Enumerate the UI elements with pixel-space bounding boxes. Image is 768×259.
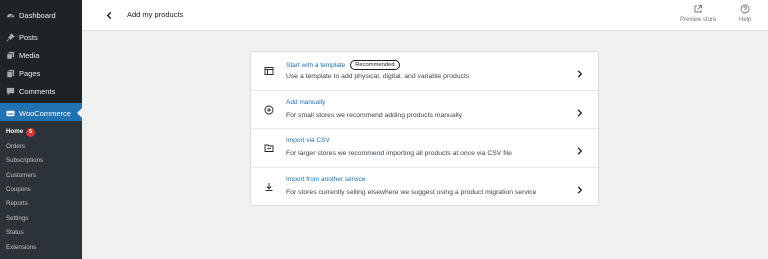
help-label: Help bbox=[739, 17, 752, 23]
menu-item-dashboard[interactable]: Dashboard bbox=[0, 6, 82, 24]
help-button[interactable]: Help bbox=[739, 4, 751, 23]
option-title: Add manually bbox=[286, 99, 325, 106]
svg-text:woo: woo bbox=[6, 111, 13, 115]
dashboard-icon bbox=[5, 10, 15, 20]
pushpin-icon bbox=[5, 32, 15, 42]
submenu-item-coupons[interactable]: Coupons bbox=[6, 183, 31, 197]
template-icon bbox=[264, 66, 274, 76]
option-start-with-template[interactable]: Start with a template Recommended Use a … bbox=[251, 52, 598, 91]
menu-label: Dashboard bbox=[19, 10, 56, 20]
pages-icon bbox=[5, 68, 15, 78]
woocommerce-submenu: Home 5 Orders Subscriptions Customers Co… bbox=[0, 121, 82, 259]
option-title-text: Import via CSV bbox=[286, 137, 330, 144]
option-add-manually[interactable]: Add manually For small stores we recomme… bbox=[251, 91, 598, 129]
submenu-item-orders[interactable]: Orders bbox=[6, 140, 25, 154]
menu-item-posts[interactable]: Posts bbox=[0, 28, 82, 46]
preview-store-button[interactable]: Preview store bbox=[680, 4, 716, 23]
menu-item-comments[interactable]: Comments bbox=[0, 82, 82, 100]
option-description: For larger stores we recommend importing… bbox=[286, 150, 512, 157]
submenu-item-home[interactable]: Home 5 bbox=[6, 125, 36, 139]
submenu-label: Home bbox=[6, 128, 24, 135]
add-products-card: Start with a template Recommended Use a … bbox=[250, 51, 599, 206]
submenu-item-customers[interactable]: Customers bbox=[6, 169, 36, 183]
chevron-right-icon bbox=[575, 66, 584, 78]
plus-circle-icon bbox=[264, 105, 274, 115]
menu-item-pages[interactable]: Pages bbox=[0, 64, 82, 82]
help-icon bbox=[740, 4, 750, 14]
submenu-label: Reports bbox=[6, 200, 28, 207]
menu-label: Posts bbox=[19, 32, 38, 42]
chevron-right-icon bbox=[575, 182, 584, 194]
submenu-label: Extensions bbox=[6, 244, 37, 251]
page-title: Add my products bbox=[127, 10, 184, 19]
submenu-label: Orders bbox=[6, 143, 25, 150]
folder-icon bbox=[264, 143, 274, 153]
menu-item-media[interactable]: Media bbox=[0, 46, 82, 64]
submenu-item-status[interactable]: Status bbox=[6, 226, 24, 240]
menu-label: Pages bbox=[19, 68, 41, 78]
option-title-text: Start with a template bbox=[286, 61, 346, 69]
option-title: Start with a template Recommended bbox=[286, 60, 400, 70]
submenu-label: Subscriptions bbox=[6, 157, 44, 164]
menu-label: Media bbox=[19, 50, 40, 60]
chevron-right-icon bbox=[575, 143, 584, 155]
submenu-label: Status bbox=[6, 229, 24, 236]
option-description: For stores currently selling elsewhere w… bbox=[286, 188, 537, 196]
option-title: Import via CSV bbox=[286, 137, 330, 144]
download-icon bbox=[264, 182, 274, 192]
submenu-item-subscriptions[interactable]: Subscriptions bbox=[6, 154, 43, 168]
submenu-label: Coupons bbox=[6, 186, 31, 193]
submenu-item-extensions[interactable]: Extensions bbox=[6, 241, 36, 255]
menu-label: Comments bbox=[19, 86, 56, 96]
option-title-text: Import from another service bbox=[286, 175, 366, 183]
external-link-icon bbox=[694, 5, 703, 13]
recommended-badge: Recommended bbox=[350, 60, 400, 70]
woo-icon: woo bbox=[5, 108, 15, 118]
option-import-another-service[interactable]: Import from another service For stores c… bbox=[251, 168, 598, 207]
chevron-left-icon bbox=[106, 11, 111, 19]
preview-store-label: Preview store bbox=[680, 17, 717, 23]
option-description: For small stores we recommend adding pro… bbox=[286, 111, 463, 119]
submenu-label: Customers bbox=[6, 172, 36, 179]
menu-item-woocommerce[interactable]: woo WooCommerce bbox=[0, 103, 82, 123]
submenu-item-settings[interactable]: Settings bbox=[6, 212, 28, 226]
option-title: Import from another service bbox=[286, 176, 365, 183]
submenu-item-reports[interactable]: Reports bbox=[6, 197, 28, 211]
chevron-right-icon bbox=[575, 105, 584, 117]
menu-label: WooCommerce bbox=[19, 108, 71, 118]
submenu-label: Settings bbox=[6, 215, 29, 222]
media-icon bbox=[5, 50, 15, 60]
option-description: Use a template to add physical, digital,… bbox=[286, 73, 470, 80]
notification-badge: 5 bbox=[26, 127, 36, 137]
back-button[interactable] bbox=[102, 8, 116, 22]
page-header: Add my products Preview store Help bbox=[82, 0, 768, 31]
option-import-csv[interactable]: Import via CSV For larger stores we reco… bbox=[251, 129, 598, 168]
comment-icon bbox=[5, 86, 15, 96]
admin-sidebar: Dashboard Posts Media Pages Comments woo… bbox=[0, 0, 82, 259]
option-title-text: Add manually bbox=[286, 98, 326, 106]
